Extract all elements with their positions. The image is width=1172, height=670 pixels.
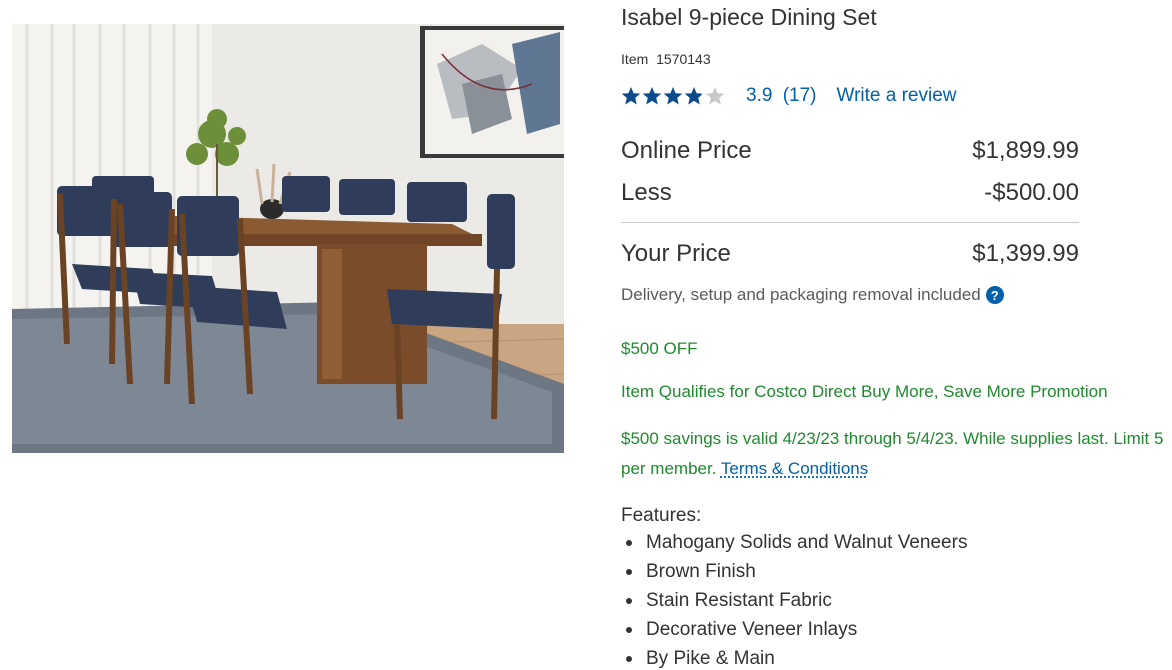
features-heading: Features:	[621, 505, 702, 526]
promo-valid-sentence: $500 savings is valid 4/23/23 through 5/…	[621, 429, 1164, 478]
star-rating[interactable]	[621, 86, 726, 106]
item-label: Item	[621, 51, 649, 67]
star-icon	[642, 87, 662, 105]
discount-label: Less	[621, 179, 672, 206]
feature-item: Decorative Veneer Inlays	[621, 615, 967, 644]
discount-value: -$500.00	[984, 179, 1079, 206]
item-number: 1570143	[656, 51, 711, 67]
online-price-row: Online Price $1,899.99	[621, 137, 1079, 165]
your-price-label: Your Price	[621, 240, 731, 267]
rating-link[interactable]: 3.9 (17)	[746, 85, 817, 107]
dining-set-photo	[12, 24, 564, 453]
star-icon	[684, 87, 704, 105]
price-divider	[621, 222, 1079, 223]
review-count: (17)	[782, 85, 817, 106]
help-icon[interactable]: ?	[985, 286, 1004, 304]
feature-item: By Pike & Main	[621, 644, 967, 670]
features-list: Mahogany Solids and Walnut Veneers Brown…	[621, 528, 967, 670]
product-image[interactable]	[12, 24, 564, 453]
online-price-value: $1,899.99	[972, 137, 1079, 164]
feature-item: Brown Finish	[621, 557, 967, 586]
your-price-value: $1,399.99	[972, 240, 1079, 267]
star-icon	[663, 87, 683, 105]
write-review-link[interactable]: Write a review	[837, 85, 957, 107]
online-price-label: Online Price	[621, 137, 752, 164]
promo-off-label: $500 OFF	[621, 339, 698, 358]
product-title: Isabel 9-piece Dining Set	[621, 4, 877, 30]
feature-item: Mahogany Solids and Walnut Veneers	[621, 528, 967, 557]
delivery-note-text: Delivery, setup and packaging removal in…	[621, 285, 981, 304]
star-icon	[705, 87, 725, 105]
promo-valid-text: $500 savings is valid 4/23/23 through 5/…	[621, 424, 1169, 484]
your-price-row: Your Price $1,399.99	[621, 240, 1079, 268]
discount-row: Less -$500.00	[621, 179, 1079, 207]
rating-row: 3.9 (17) Write a review	[621, 84, 957, 108]
feature-item: Stain Resistant Fabric	[621, 586, 967, 615]
star-icon	[621, 87, 641, 105]
rating-score: 3.9	[746, 85, 773, 106]
terms-conditions-link[interactable]: Terms & Conditions	[721, 459, 868, 478]
delivery-note: Delivery, setup and packaging removal in…	[621, 285, 1004, 305]
promo-qualifies-text: Item Qualifies for Costco Direct Buy Mor…	[621, 382, 1108, 401]
item-number-line: Item 1570143	[621, 51, 711, 67]
